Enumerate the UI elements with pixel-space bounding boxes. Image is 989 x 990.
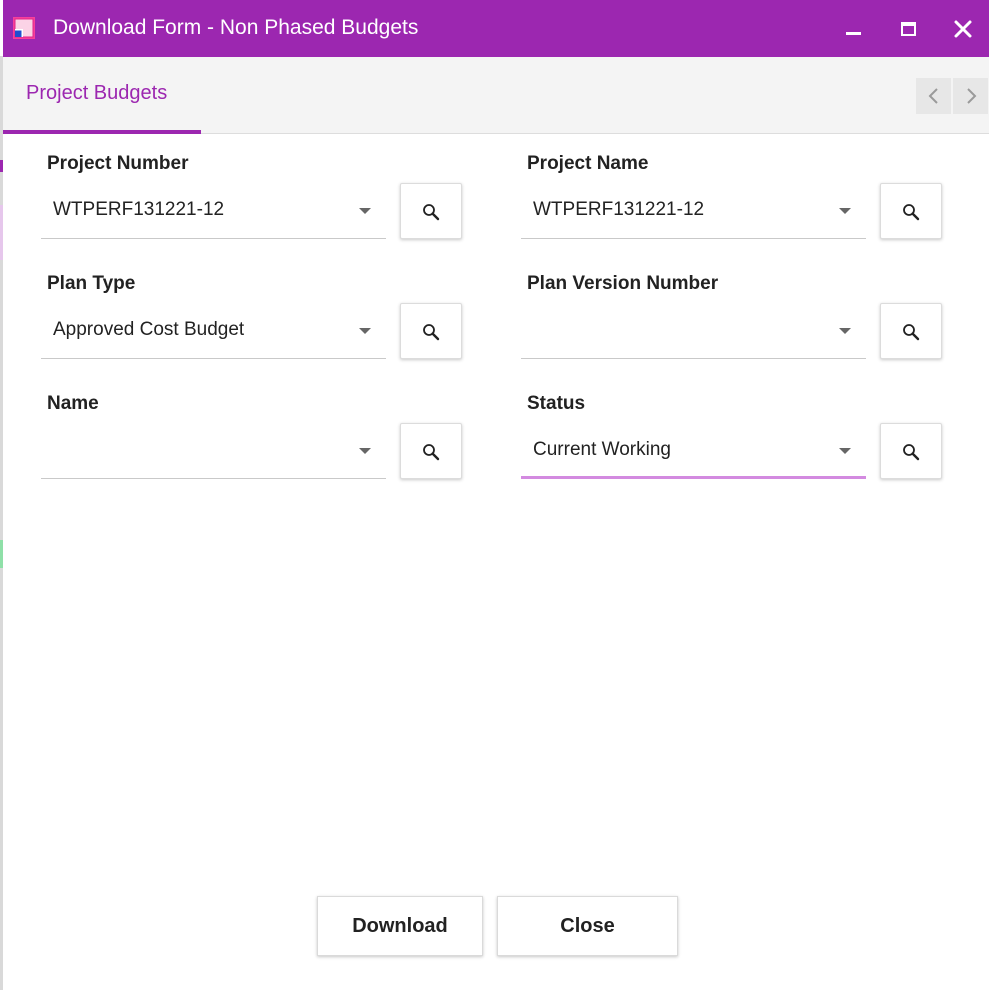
close-button[interactable]: Close — [497, 896, 678, 956]
plan-version-number-search-button[interactable] — [880, 303, 942, 359]
search-icon — [903, 444, 920, 461]
plan-version-number-field: Plan Version Number — [521, 273, 946, 378]
tab-strip: Project Budgets — [3, 57, 989, 134]
tab-label: Project Budgets — [26, 82, 168, 104]
minimize-icon — [846, 32, 861, 35]
status-search-button[interactable] — [880, 423, 942, 479]
dropdown-arrow-icon[interactable] — [359, 208, 371, 214]
project-name-value: WTPERF131221-12 — [533, 199, 705, 220]
search-icon — [423, 324, 440, 341]
dropdown-arrow-icon[interactable] — [839, 328, 851, 334]
search-icon — [903, 204, 920, 221]
project-name-label: Project Name — [527, 153, 649, 174]
status-value: Current Working — [533, 439, 671, 460]
search-icon — [423, 444, 440, 461]
project-name-search-button[interactable] — [880, 183, 942, 239]
dropdown-arrow-icon[interactable] — [839, 448, 851, 454]
download-form-window: Download Form - Non Phased Budgets Proje… — [3, 0, 989, 990]
tab-scroll-left-button[interactable] — [916, 78, 951, 114]
plan-type-label: Plan Type — [47, 273, 136, 294]
dropdown-arrow-icon[interactable] — [359, 448, 371, 454]
tab-project-budgets[interactable]: Project Budgets — [3, 57, 201, 134]
plan-version-number-select[interactable] — [521, 303, 866, 359]
chevron-right-icon — [966, 88, 976, 104]
title-bar[interactable]: Download Form - Non Phased Budgets — [3, 0, 989, 57]
chevron-left-icon — [928, 88, 938, 104]
plan-version-number-label: Plan Version Number — [527, 273, 719, 294]
project-name-field: Project Name WTPERF131221-12 — [521, 153, 946, 258]
dropdown-arrow-icon[interactable] — [359, 328, 371, 334]
maximize-button[interactable] — [891, 12, 925, 46]
dropdown-arrow-icon[interactable] — [839, 208, 851, 214]
close-window-button[interactable] — [946, 12, 980, 46]
maximize-icon — [901, 22, 916, 36]
project-number-field: Project Number WTPERF131221-12 — [41, 153, 466, 258]
search-icon — [903, 324, 920, 341]
app-icon — [13, 17, 35, 39]
name-field: Name — [41, 393, 466, 498]
project-name-select[interactable]: WTPERF131221-12 — [521, 183, 866, 239]
project-number-value: WTPERF131221-12 — [53, 199, 225, 220]
tab-scroll-right-button[interactable] — [953, 78, 988, 114]
search-icon — [423, 204, 440, 221]
plan-type-value: Approved Cost Budget — [53, 319, 245, 340]
plan-type-search-button[interactable] — [400, 303, 462, 359]
plan-type-select[interactable]: Approved Cost Budget — [41, 303, 386, 359]
name-select[interactable] — [41, 423, 386, 479]
name-search-button[interactable] — [400, 423, 462, 479]
active-tab-indicator — [3, 130, 201, 134]
download-button[interactable]: Download — [317, 896, 483, 956]
status-select[interactable]: Current Working — [521, 423, 866, 479]
project-number-label: Project Number — [47, 153, 189, 174]
window-title: Download Form - Non Phased Budgets — [53, 16, 419, 39]
project-number-select[interactable]: WTPERF131221-12 — [41, 183, 386, 239]
status-label: Status — [527, 393, 586, 414]
name-label: Name — [47, 393, 99, 414]
status-field: Status Current Working — [521, 393, 946, 498]
project-number-search-button[interactable] — [400, 183, 462, 239]
plan-type-field: Plan Type Approved Cost Budget — [41, 273, 466, 378]
close-icon — [954, 20, 972, 38]
minimize-button[interactable] — [836, 12, 870, 46]
